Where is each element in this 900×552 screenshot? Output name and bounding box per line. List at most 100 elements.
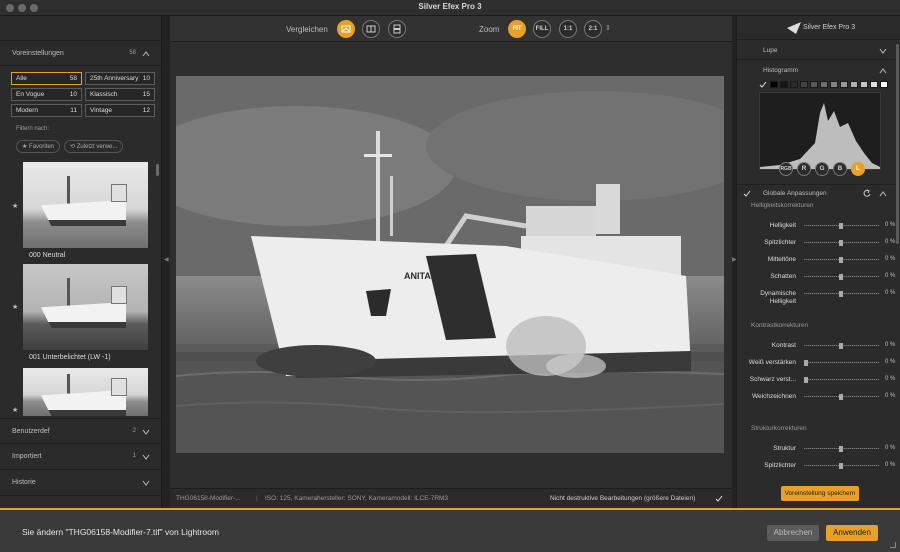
- histogram-graph: [759, 92, 881, 170]
- adjustments-panel: Silver Efex Pro 3 Lupe Histogramm RGB R: [736, 16, 900, 508]
- midtones-slider[interactable]: [804, 257, 879, 263]
- histogram-header[interactable]: Histogramm: [737, 62, 895, 78]
- zone-swatch[interactable]: [780, 81, 788, 88]
- save-preset-button[interactable]: Voreinstellung speichern: [781, 486, 859, 501]
- zone-swatch[interactable]: [770, 81, 778, 88]
- channel-b-button[interactable]: B: [833, 162, 847, 176]
- zone-swatch[interactable]: [830, 81, 838, 88]
- chevron-down-icon: [142, 480, 150, 486]
- zone-swatch[interactable]: [800, 81, 808, 88]
- preset-thumbnail[interactable]: [23, 368, 148, 416]
- chevron-up-icon: [879, 68, 887, 74]
- favorite-star-icon[interactable]: ★: [12, 406, 18, 414]
- zone-swatch[interactable]: [860, 81, 868, 88]
- filter-favorites-pill[interactable]: ★ Favoriten: [16, 140, 61, 153]
- soft-contrast-slider[interactable]: [804, 394, 879, 400]
- zoom-1-1-button[interactable]: 1:1: [559, 20, 577, 38]
- chevron-up-icon: [142, 51, 150, 57]
- global-adjustments-header[interactable]: Globale Anpassungen: [737, 184, 895, 200]
- category-en-vogue[interactable]: En Vogue 10: [11, 88, 82, 101]
- channel-r-button[interactable]: R: [797, 162, 811, 176]
- compare-label: Vergleichen: [286, 25, 328, 34]
- category-alle[interactable]: Alle 58: [11, 72, 82, 85]
- loupe-header[interactable]: Lupe: [737, 42, 895, 60]
- nondestructive-label: Nicht destruktive Bearbeitungen (größere…: [550, 495, 696, 502]
- channel-g-button[interactable]: G: [815, 162, 829, 176]
- nik-logo-icon: [787, 22, 801, 34]
- channel-l-button[interactable]: L: [851, 162, 865, 176]
- status-filename: THG06158-Modifier-...: [176, 495, 241, 502]
- adjustments-scrollbar[interactable]: [896, 44, 899, 244]
- preset-thumbnail[interactable]: [23, 162, 148, 248]
- lightroom-bar: Sie ändern "THG06158-Modifier-7.tif" von…: [0, 508, 900, 552]
- status-meta: ISO: 125, Kamerahersteller: SONY, Kamera…: [265, 495, 449, 502]
- zone-swatch[interactable]: [790, 81, 798, 88]
- reset-icon[interactable]: [863, 189, 871, 197]
- dynamic-brightness-slider[interactable]: [804, 291, 879, 297]
- favorite-star-icon[interactable]: ★: [12, 303, 18, 311]
- zoom-fit-button[interactable]: FIT: [508, 20, 526, 38]
- title-bar: Silver Efex Pro 3: [0, 0, 900, 16]
- compare-toggle-button[interactable]: [337, 20, 355, 38]
- category-modern[interactable]: Modern 11: [11, 104, 82, 117]
- brand-header: Silver Efex Pro 3: [737, 16, 900, 40]
- preview-area: Vergleichen Zoom FIT FILL 1:1 2:1 ⇕ ANIT…: [164, 16, 737, 508]
- preset-thumbnail[interactable]: [23, 264, 148, 350]
- zoom-stepper-icon[interactable]: ⇕: [605, 24, 611, 32]
- category-25th-anniversary[interactable]: 25th Anniversary 10: [85, 72, 155, 85]
- history-section[interactable]: Historie: [0, 470, 162, 496]
- apply-button[interactable]: Anwenden: [826, 525, 878, 541]
- structure-slider[interactable]: [804, 446, 879, 452]
- zone-swatch[interactable]: [840, 81, 848, 88]
- resize-handle-icon[interactable]: [890, 542, 896, 548]
- side-by-side-icon: [393, 24, 401, 34]
- app-window: Silver Efex Pro 3 Voreinstellungen 58 Al…: [0, 0, 900, 552]
- chevron-down-icon: [142, 429, 150, 435]
- brand-label: Silver Efex Pro 3: [803, 24, 856, 31]
- imported-presets-section[interactable]: Importiert 1: [0, 444, 162, 470]
- preset-list-scrollbar[interactable]: [156, 164, 159, 176]
- presets-count: 58: [129, 50, 136, 56]
- category-vintage[interactable]: Vintage 12: [85, 104, 155, 117]
- amplify-whites-slider[interactable]: [804, 360, 879, 366]
- filter-label: Filtern nach:: [16, 126, 50, 132]
- highlights-slider[interactable]: [804, 240, 879, 246]
- preset-caption: 001 Unterbelichtet (LW -1): [29, 354, 111, 361]
- ship-photo: ANITA: [176, 76, 724, 453]
- zoom-2-1-button[interactable]: 2:1: [584, 20, 602, 38]
- amplify-blacks-slider[interactable]: [804, 377, 879, 383]
- zone-swatch[interactable]: [820, 81, 828, 88]
- custom-presets-section[interactable]: Benutzerdef 2: [0, 418, 162, 444]
- zoom-fill-button[interactable]: FILL: [533, 20, 551, 38]
- contrast-slider[interactable]: [804, 343, 879, 349]
- preview-image[interactable]: ANITA: [176, 76, 724, 453]
- brightness-slider[interactable]: [804, 223, 879, 229]
- favorite-star-icon[interactable]: ★: [12, 202, 18, 210]
- cancel-button[interactable]: Abbrechen: [767, 525, 819, 541]
- brightness-group-title: Helligkeitskorrekturen: [751, 202, 814, 209]
- image-compare-icon: [341, 25, 351, 33]
- status-bar: THG06158-Modifier-... | ISO: 125, Kamera…: [170, 488, 732, 508]
- channel-rgb-button[interactable]: RGB: [779, 162, 793, 176]
- contrast-group-title: Kontrastkorrekturen: [751, 322, 809, 329]
- check-icon[interactable]: [759, 81, 767, 89]
- side-by-side-button[interactable]: [388, 20, 406, 38]
- preset-caption: 000 Neutral: [29, 252, 66, 259]
- structure-highlights-slider[interactable]: [804, 463, 879, 469]
- split-view-icon: [366, 25, 376, 33]
- collapse-left-icon[interactable]: ◀: [164, 256, 169, 263]
- zone-swatch[interactable]: [870, 81, 878, 88]
- check-icon[interactable]: [715, 495, 723, 503]
- zone-swatch[interactable]: [850, 81, 858, 88]
- zone-swatch[interactable]: [880, 81, 888, 88]
- check-icon[interactable]: [743, 190, 751, 198]
- chevron-down-icon: [142, 454, 150, 460]
- shadows-slider[interactable]: [804, 274, 879, 280]
- filter-recent-pill[interactable]: ⟲ Zuletzt verwe...: [64, 140, 124, 153]
- split-view-button[interactable]: [362, 20, 380, 38]
- ship-name-text: ANITA: [404, 271, 431, 281]
- category-klassisch[interactable]: Klassisch 15: [85, 88, 155, 101]
- preview-toolbar: Vergleichen Zoom FIT FILL 1:1 2:1 ⇕: [170, 16, 732, 42]
- zone-swatch[interactable]: [810, 81, 818, 88]
- presets-header[interactable]: Voreinstellungen 58: [0, 40, 162, 66]
